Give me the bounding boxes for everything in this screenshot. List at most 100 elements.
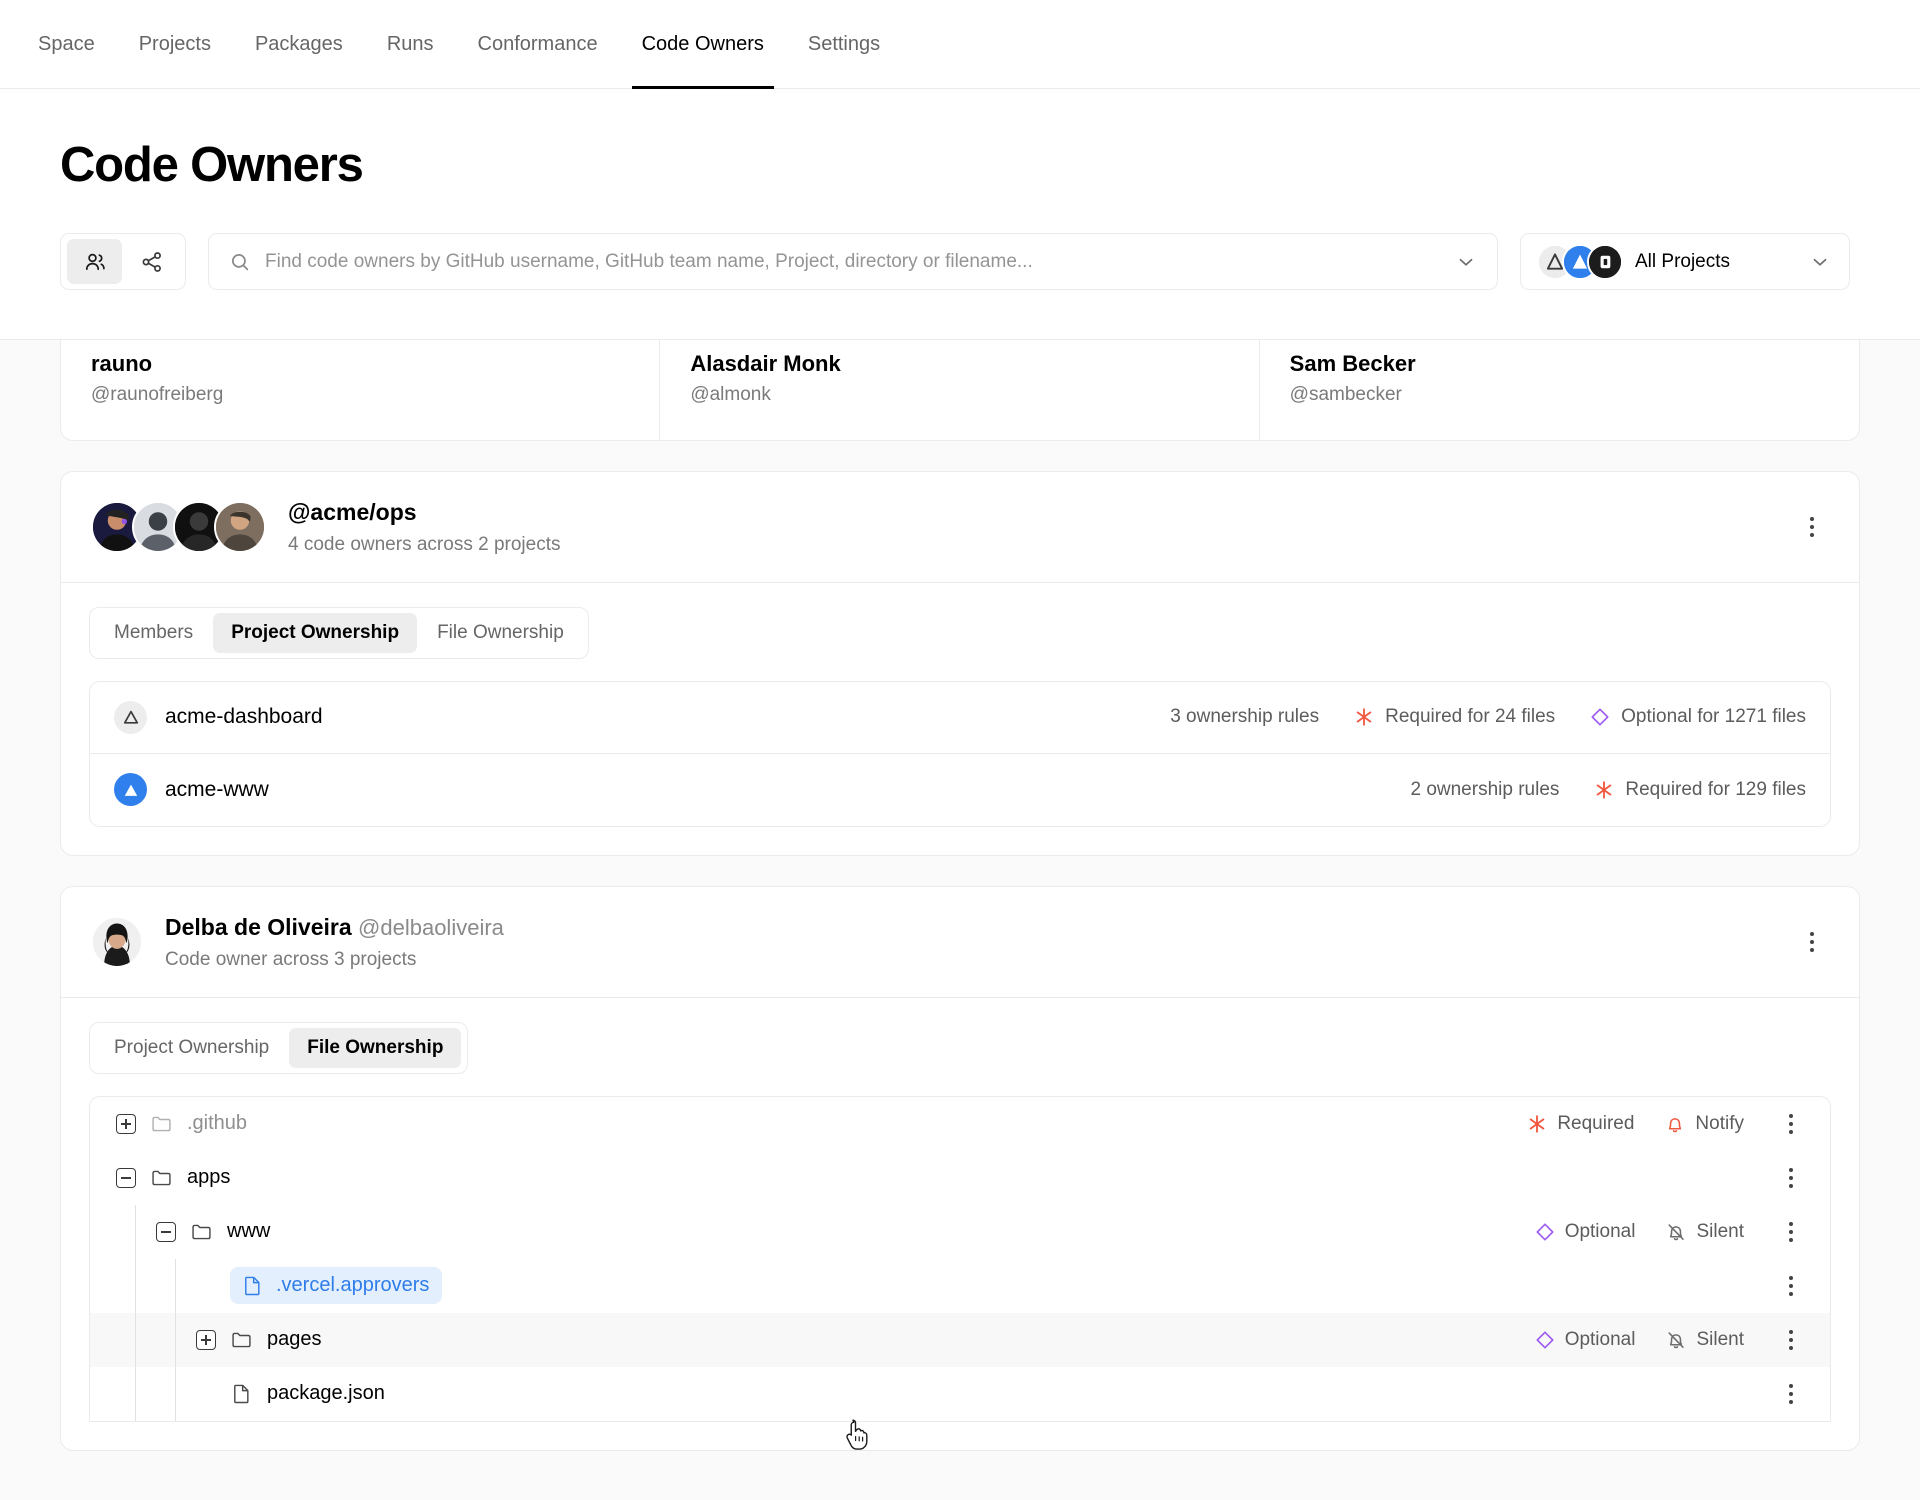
project-filter-select[interactable]: All Projects	[1520, 233, 1850, 290]
top-navbar: Space Projects Packages Runs Conformance Code…	[0, 0, 1920, 89]
folder-icon	[192, 1225, 211, 1240]
badge-optional[interactable]: Optional	[1534, 1328, 1636, 1351]
avatar	[91, 915, 143, 968]
badge-label: Notify	[1695, 1112, 1744, 1134]
code-owners-page: rauno @raunofreiberg Alasdair Monk @almonk S…	[0, 0, 1920, 1500]
team-avatar-stack	[91, 500, 266, 553]
selected-file-chip[interactable]: .vercel.approvers	[230, 1267, 443, 1305]
person-handle: @delbaoliveira	[358, 914, 504, 940]
person-card-menu-button[interactable]	[1795, 925, 1829, 959]
badge-label: Silent	[1696, 1220, 1744, 1242]
tree-folder-row[interactable]: apps	[90, 1151, 1830, 1205]
project-ownership-row[interactable]: acme-dashboard 3 ownership rules Required …	[90, 682, 1830, 754]
tree-expand-button[interactable]	[196, 1329, 216, 1350]
tree-file-row[interactable]: package.json	[90, 1366, 1830, 1421]
nav-item-space[interactable]: Space	[38, 0, 117, 89]
nav-item-projects[interactable]: Projects	[117, 0, 233, 89]
team-subtitle: 4 code owners across 2 projects	[288, 533, 561, 555]
search-icon	[231, 253, 249, 270]
team-tab-file-ownership[interactable]: File Ownership	[419, 613, 582, 653]
nav-item-runs[interactable]: Runs	[365, 0, 456, 89]
tree-indent-guide	[116, 1312, 156, 1367]
optional-files-stat: Optional for 1271 files	[1589, 706, 1806, 728]
tree-node-label: www	[227, 1220, 271, 1243]
team-card-acme-ops: @acme/ops 4 code owners across 2 project…	[60, 471, 1860, 856]
nav-item-packages[interactable]: Packages	[233, 0, 365, 89]
toolbar: Find code owners by GitHub username, Git…	[60, 233, 1860, 290]
project-logo-icon	[114, 700, 147, 734]
badge-notify[interactable]: Notify	[1664, 1113, 1744, 1135]
required-files-label: Required for 129 files	[1625, 778, 1806, 800]
project-stats: 2 ownership rules Required for 129 files	[1410, 779, 1806, 801]
nav-item-conformance[interactable]: Conformance	[456, 0, 620, 89]
project-ownership-row[interactable]: acme-www 2 ownership rules Required for 12…	[90, 754, 1830, 826]
app-logo-icon	[1589, 245, 1621, 278]
view-graph-button[interactable]	[124, 239, 179, 284]
avatar	[214, 500, 266, 553]
tree-row-menu-button[interactable]	[1774, 1323, 1808, 1357]
project-name: acme-dashboard	[165, 705, 323, 729]
folder-icon-wrap	[230, 1328, 253, 1351]
team-card-header[interactable]: @acme/ops 4 code owners across 2 project…	[61, 472, 1859, 582]
badge-silent[interactable]: Silent	[1665, 1329, 1744, 1351]
nav-item-settings[interactable]: Settings	[786, 0, 902, 89]
owner-name: rauno	[91, 351, 153, 376]
team-project-list: acme-dashboard 3 ownership rules Required …	[89, 680, 1831, 827]
search-box[interactable]: Find code owners by GitHub username, Git…	[208, 233, 1498, 290]
file-icon	[245, 1277, 260, 1296]
tree-node-label: pages	[267, 1328, 322, 1351]
badge-required[interactable]: Required	[1526, 1113, 1634, 1135]
team-tabs: Members Project Ownership File Ownership	[89, 606, 589, 659]
owner-name: Sam Becker	[1289, 351, 1416, 376]
person-card-delba: Delba de Oliveira @delbaoliveira Code ow…	[60, 885, 1860, 1451]
badge-optional[interactable]: Optional	[1534, 1221, 1635, 1243]
tree-collapse-button[interactable]	[116, 1167, 136, 1188]
search-input[interactable]: Find code owners by GitHub username, Git…	[265, 251, 1441, 273]
tree-indent-guide	[116, 1258, 156, 1313]
team-tab-members[interactable]: Members	[96, 613, 211, 653]
person-tab-project-ownership[interactable]: Project Ownership	[96, 1028, 287, 1068]
tree-expand-button[interactable]	[116, 1113, 136, 1134]
tree-row-menu-button[interactable]	[1774, 1269, 1808, 1303]
person-ownership-section: Project Ownership File Ownership .github R…	[61, 996, 1859, 1450]
tree-node-label: apps	[187, 1166, 231, 1189]
tree-collapse-button[interactable]	[156, 1221, 176, 1242]
diamond-icon	[1536, 1331, 1554, 1349]
team-title: @acme/ops	[288, 499, 417, 525]
file-icon	[234, 1385, 249, 1404]
tree-row-menu-button[interactable]	[1774, 1377, 1808, 1411]
person-tab-file-ownership[interactable]: File Ownership	[289, 1027, 462, 1068]
badge-silent[interactable]: Silent	[1665, 1221, 1744, 1243]
tree-row-menu-button[interactable]	[1774, 1161, 1808, 1195]
owner-handle: @sambecker	[1289, 384, 1402, 405]
tree-row-badges: Required Notify	[1526, 1107, 1808, 1141]
diamond-icon	[1591, 708, 1609, 726]
view-people-button[interactable]	[67, 239, 122, 284]
badge-label: Optional	[1564, 1328, 1636, 1350]
bell-icon	[1669, 1117, 1682, 1133]
tree-folder-row[interactable]: www Optional Silent	[90, 1204, 1830, 1259]
tree-row-badges	[1774, 1269, 1808, 1303]
triangle-logo-icon	[124, 784, 137, 796]
owner-handle: @almonk	[690, 384, 771, 405]
tree-file-row[interactable]: .vercel.approvers	[90, 1258, 1830, 1313]
person-card-header[interactable]: Delba de Oliveira @delbaoliveira Code ow…	[61, 887, 1859, 997]
tree-row-menu-button[interactable]	[1774, 1107, 1808, 1141]
chevron-down-icon	[1813, 258, 1827, 266]
page-title: Code Owners	[60, 138, 364, 192]
tree-row-menu-button[interactable]	[1774, 1215, 1808, 1249]
owner-handle: @raunofreiberg	[91, 384, 224, 405]
tree-row-label-area: .github	[90, 1097, 1526, 1151]
tree-folder-row[interactable]: .github Required Notify	[90, 1097, 1830, 1151]
optional-files-label: Optional for 1271 files	[1621, 706, 1806, 728]
team-card-menu-button[interactable]	[1795, 510, 1829, 544]
required-files-stat: Required for 129 files	[1593, 779, 1806, 801]
nav-item-code-owners[interactable]: Code Owners	[620, 0, 786, 89]
folder-icon	[152, 1117, 171, 1132]
tree-indent-guide	[116, 1366, 156, 1421]
tree-folder-row[interactable]: pages Optional Silent	[90, 1312, 1830, 1367]
team-tab-project-ownership[interactable]: Project Ownership	[213, 612, 418, 653]
